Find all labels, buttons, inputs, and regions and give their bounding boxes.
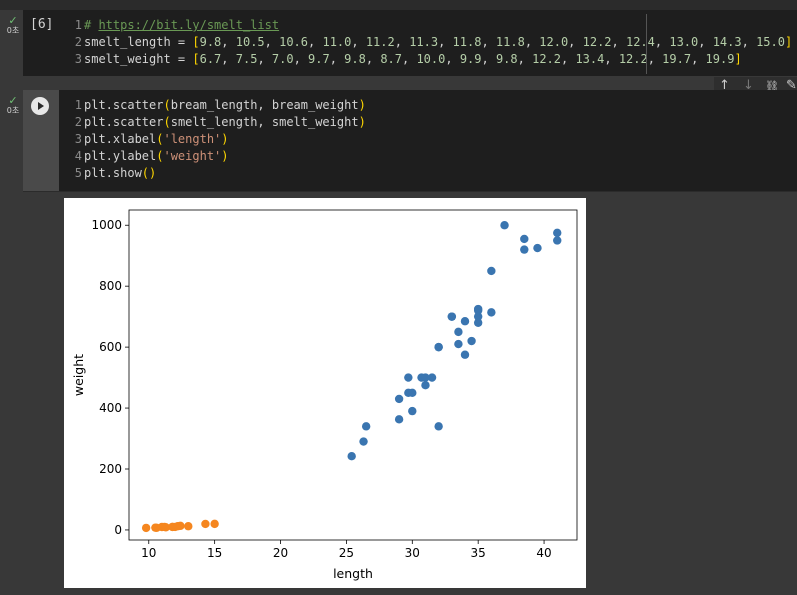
cell-2-exec-time: 0초 bbox=[6, 106, 20, 115]
code-line: 2 smelt_length = [9.8, 10.5, 10.6, 11.0, … bbox=[70, 34, 792, 51]
code-line: 3 plt.xlabel('length') bbox=[70, 131, 366, 148]
check-icon: ✓ bbox=[8, 14, 18, 27]
bream-point bbox=[520, 245, 529, 254]
bream-point bbox=[359, 437, 368, 446]
x-tick-label: 15 bbox=[207, 546, 222, 560]
bream-point bbox=[553, 236, 562, 245]
bream-point bbox=[404, 373, 413, 382]
code-text: smelt_length = [9.8, 10.5, 10.6, 11.0, 1… bbox=[84, 35, 793, 49]
code-text: plt.show() bbox=[84, 166, 157, 180]
y-tick-label: 0 bbox=[114, 523, 122, 537]
code-text: smelt_weight = [6.7, 7.5, 7.0, 9.7, 9.8,… bbox=[84, 52, 742, 66]
code-text: plt.scatter(bream_length, bream_weight) bbox=[84, 98, 366, 112]
code-line: 4 plt.ylabel('weight') bbox=[70, 148, 366, 165]
bream-point bbox=[394, 394, 404, 404]
bream-point bbox=[434, 422, 443, 431]
output-divider bbox=[23, 191, 797, 192]
x-tick-label: 30 bbox=[405, 546, 420, 560]
check-icon: ✓ bbox=[8, 94, 18, 107]
bream-point bbox=[460, 317, 470, 326]
x-tick-label: 20 bbox=[273, 546, 288, 560]
bream-point bbox=[447, 312, 457, 321]
code-text: plt.xlabel('length') bbox=[84, 132, 229, 146]
ruler-line bbox=[646, 14, 647, 74]
line-number: 3 bbox=[74, 52, 82, 66]
line-number: 1 bbox=[74, 18, 82, 32]
code-line: 3 smelt_weight = [6.7, 7.5, 7.0, 9.7, 9.8… bbox=[70, 51, 792, 68]
bream-point bbox=[460, 350, 470, 359]
x-tick-label: 10 bbox=[141, 546, 156, 560]
cell-2-status: ✓ 0초 bbox=[4, 94, 22, 115]
bream-point bbox=[520, 234, 529, 244]
code-text: plt.scatter(smelt_length, smelt_weight) bbox=[84, 115, 366, 129]
scatter-plot: 10 15 20 25 30 35 4002004006008001000lengthwei… bbox=[71, 209, 578, 581]
y-tick-label: 800 bbox=[99, 279, 122, 293]
line-number: 2 bbox=[74, 115, 82, 129]
bream-point bbox=[427, 373, 437, 382]
code-line: 1 plt.scatter(bream_length, bream_weight) bbox=[70, 97, 366, 114]
line-number: 5 bbox=[74, 166, 82, 180]
bream-point bbox=[408, 388, 417, 398]
y-tick-label: 600 bbox=[99, 340, 122, 354]
y-tick-label: 1000 bbox=[91, 218, 122, 232]
line-number: 2 bbox=[74, 35, 82, 49]
code-line: 2 plt.scatter(smelt_length, smelt_weight) bbox=[70, 114, 366, 131]
line-number: 3 bbox=[74, 132, 82, 146]
bream-point bbox=[553, 228, 562, 238]
bream-point bbox=[361, 422, 371, 431]
x-tick-label: 35 bbox=[471, 546, 486, 560]
line-number: 4 bbox=[74, 149, 82, 163]
cell-1-code[interactable]: 1 # https://bit.ly/smelt_list 2 smelt_lengt… bbox=[70, 17, 792, 68]
bream-point bbox=[467, 336, 476, 346]
cell-1-status: ✓ 0초 bbox=[4, 14, 22, 35]
line-number: 1 bbox=[74, 98, 82, 112]
plot-frame bbox=[128, 209, 578, 541]
bream-point bbox=[487, 308, 496, 317]
bream-point bbox=[394, 415, 404, 424]
code-text: # https://bit.ly/smelt_list bbox=[84, 18, 280, 32]
cell-1-exec-time: 0초 bbox=[6, 26, 20, 35]
code-line: 1 # https://bit.ly/smelt_list bbox=[70, 17, 792, 34]
y-tick-label: 200 bbox=[99, 462, 122, 476]
x-tick-label: 25 bbox=[339, 546, 354, 560]
smelt-point bbox=[141, 523, 151, 533]
smelt-point bbox=[210, 519, 219, 529]
code-text: plt.ylabel('weight') bbox=[84, 149, 229, 163]
bream-point bbox=[500, 221, 509, 230]
smelt-point bbox=[201, 519, 210, 529]
bream-point bbox=[454, 339, 463, 349]
smelt-point bbox=[176, 521, 185, 531]
code-line: 5 plt.show() bbox=[70, 165, 366, 182]
y-tick-label: 400 bbox=[99, 401, 122, 415]
bream-point bbox=[473, 306, 483, 315]
smelt-point bbox=[184, 522, 193, 531]
bream-point bbox=[533, 243, 542, 253]
smelt-list-link[interactable]: https://bit.ly/smelt_list bbox=[98, 18, 279, 32]
execution-count: [6] bbox=[30, 17, 54, 32]
cell-2-code[interactable]: 1 plt.scatter(bream_length, bream_weight)… bbox=[70, 97, 366, 182]
bream-point bbox=[487, 266, 496, 276]
bream-point bbox=[454, 327, 463, 337]
run-cell-button[interactable] bbox=[31, 97, 49, 115]
x-tick-label: 40 bbox=[536, 546, 551, 560]
top-bar bbox=[0, 0, 797, 10]
y-axis-label: weight bbox=[71, 354, 86, 396]
bream-point bbox=[421, 381, 430, 390]
bream-point bbox=[408, 406, 417, 416]
x-axis-label: length bbox=[333, 566, 373, 581]
bream-point bbox=[434, 342, 443, 352]
bream-point bbox=[347, 452, 356, 461]
